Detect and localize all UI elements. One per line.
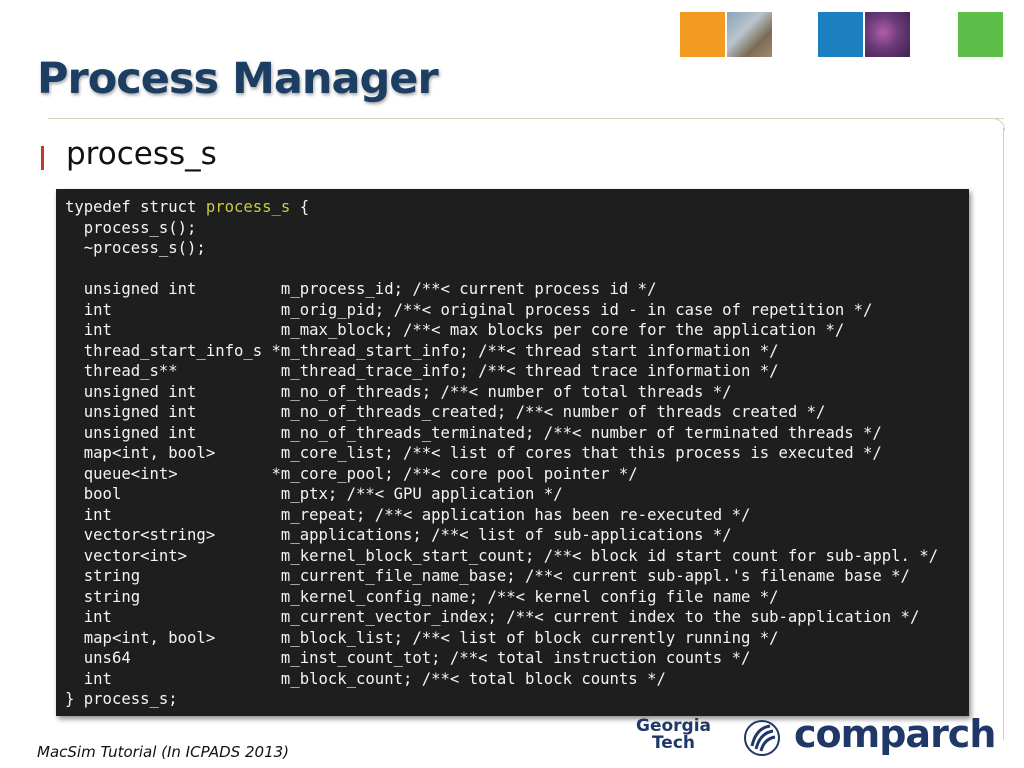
slide-title: Process Manager [37, 54, 439, 104]
georgia-tech-logo: Georgia Tech [636, 718, 711, 752]
code-body: process_s(); ~process_s(); unsigned int … [65, 218, 939, 709]
bullet-text: process_s [66, 136, 217, 172]
code-highlight-struct-name: process_s [205, 198, 291, 216]
comparch-logo: comparch [794, 712, 996, 756]
content-frame-right [1003, 128, 1004, 740]
green-square [958, 12, 1003, 57]
code-text: typedef struct process_s { process_s(); … [65, 197, 938, 710]
circuit-photo-square [865, 12, 910, 57]
building-photo-square [727, 12, 772, 57]
code-block: typedef struct process_s { process_s(); … [56, 189, 969, 716]
code-line-typedef: typedef struct [65, 198, 206, 216]
content-frame-top [48, 118, 1004, 119]
georgia-tech-emblem-icon [744, 720, 780, 756]
logo-tech-text: Tech [651, 733, 696, 753]
code-line-brace: { [290, 198, 310, 216]
footer-caption: MacSim Tutorial (In ICPADS 2013) [37, 743, 290, 761]
blue-square [818, 12, 863, 57]
bullet-marker [41, 146, 44, 170]
header-decoration [0, 12, 1024, 58]
orange-square [680, 12, 725, 57]
